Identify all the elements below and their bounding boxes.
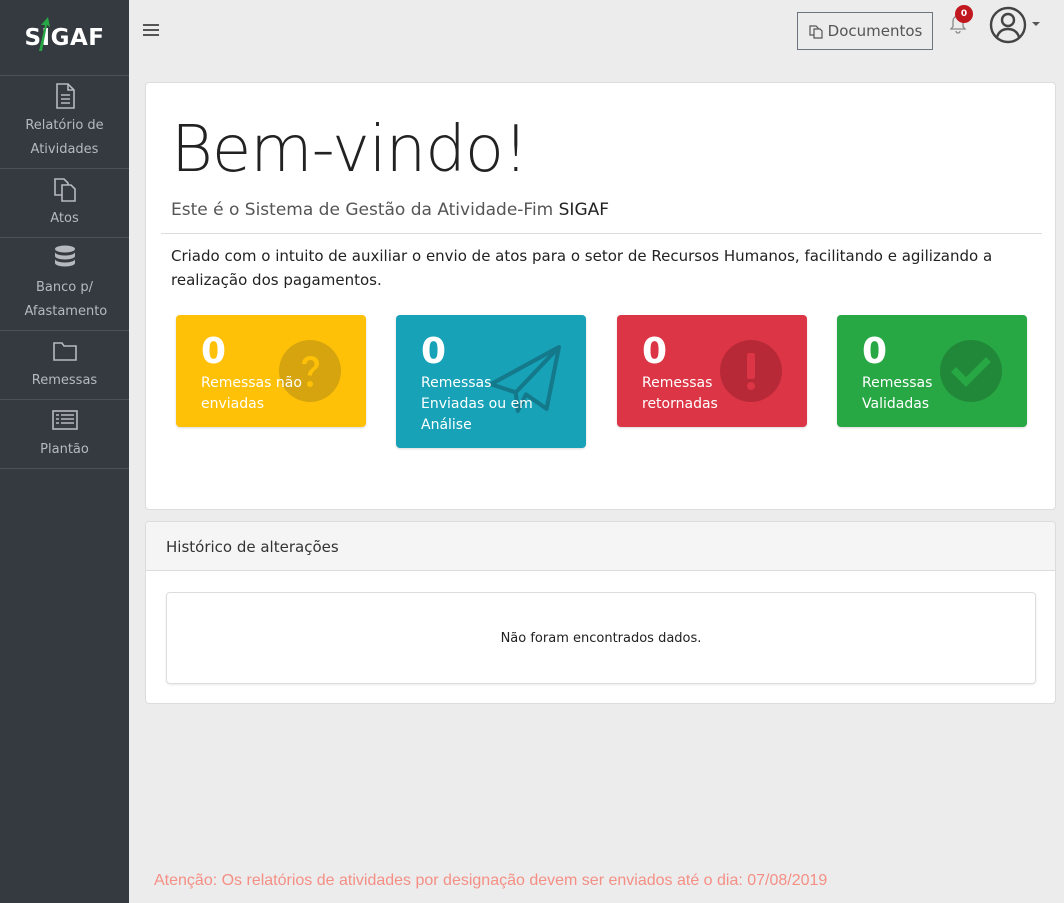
page-title: Bem-vindo! [171, 113, 529, 187]
tile-count: 0 [201, 331, 227, 372]
copy-icon [809, 25, 823, 39]
logo-text: SIGAF [24, 16, 104, 51]
copy-icon [52, 175, 78, 203]
sidebar-item-label: Banco p/ Afastamento [24, 280, 108, 319]
tile-remessas-enviadas-analise[interactable]: 0 Remessas Enviadas ou em Análise [396, 315, 586, 448]
sidebar-item-label: Plantão [40, 442, 89, 457]
tile-label: Remessas Validadas [862, 375, 933, 412]
history-empty-message: Não foram encontrados dados. [166, 592, 1036, 684]
tile-remessas-validadas[interactable]: 0 Remessas Validadas [837, 315, 1027, 427]
welcome-card: Bem-vindo! Este é o Sistema de Gestão da… [145, 82, 1056, 510]
sidebar-item-atos[interactable]: Atos [0, 169, 129, 238]
tile-remessas-retornadas[interactable]: 0 Remessas retornadas [617, 315, 807, 427]
documents-button[interactable]: Documentos [797, 12, 933, 50]
sidebar-item-relatorio-atividades[interactable]: Relatório de Atividades [0, 76, 129, 169]
tile-label: Remessas Enviadas ou em Análise [421, 375, 533, 433]
file-text-icon [52, 82, 78, 110]
folder-icon [52, 337, 78, 365]
documents-button-label: Documentos [827, 22, 923, 40]
sidebar-item-remessas[interactable]: Remessas [0, 331, 129, 400]
history-title: Histórico de alterações [146, 522, 1055, 571]
welcome-subtitle: Este é o Sistema de Gestão da Atividade-… [171, 200, 609, 220]
user-avatar-icon[interactable] [989, 5, 1043, 45]
tile-label: Remessas não enviadas [201, 375, 302, 412]
welcome-description: Criado com o intuito de auxiliar o envio… [171, 247, 993, 289]
sidebar: SIGAF Relatório de Atividades Atos Banco… [0, 0, 129, 903]
subtitle-brand: SIGAF [558, 200, 610, 220]
history-card: Histórico de alterações Não foram encont… [145, 521, 1056, 704]
list-alt-icon [51, 406, 78, 434]
sidebar-item-plantao[interactable]: Plantão [0, 400, 129, 469]
deadline-notice: Atenção: Os relatórios de atividades por… [154, 872, 828, 889]
database-icon [52, 244, 78, 272]
tile-count: 0 [862, 331, 888, 372]
tile-label: Remessas retornadas [642, 375, 718, 412]
sidebar-item-label: Atos [50, 211, 79, 226]
tile-remessas-nao-enviadas[interactable]: 0 Remessas não enviadas [176, 315, 366, 427]
sidebar-item-label: Remessas [31, 373, 98, 388]
sigaf-logo[interactable]: SIGAF [0, 0, 129, 76]
sidebar-item-banco-afastamento[interactable]: Banco p/ Afastamento [0, 238, 129, 331]
tile-count: 0 [421, 331, 447, 372]
tile-count: 0 [642, 331, 668, 372]
divider [161, 233, 1042, 234]
logo-arrow-icon [39, 16, 51, 51]
hamburger-menu-icon[interactable] [143, 24, 159, 38]
subtitle-text: Este é o Sistema de Gestão da Atividade-… [171, 200, 554, 220]
topbar: Documentos 0 [129, 0, 1064, 64]
sidebar-item-label: Relatório de Atividades [25, 118, 104, 157]
notification-count-badge: 0 [955, 5, 973, 23]
